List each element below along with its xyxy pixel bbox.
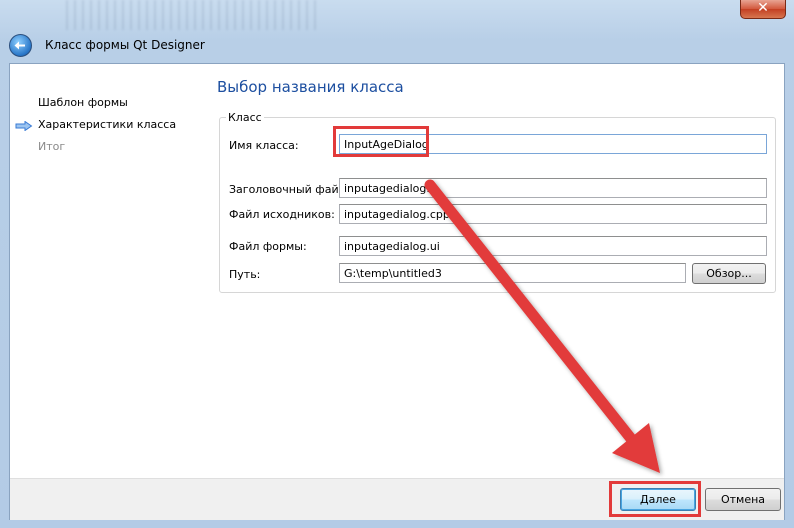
close-icon: ✕ <box>757 0 769 16</box>
close-button[interactable]: ✕ <box>740 0 786 19</box>
background-window-blur <box>60 0 320 30</box>
window-title: Класс формы Qt Designer <box>45 38 205 52</box>
back-arrow-icon <box>14 41 25 50</box>
form-file-label: Файл формы: <box>229 240 307 253</box>
path-input[interactable] <box>339 263 686 283</box>
class-name-input[interactable] <box>339 134 767 154</box>
next-button[interactable]: Далее <box>620 488 696 511</box>
header-file-input[interactable] <box>339 178 767 198</box>
form-file-input[interactable] <box>339 236 767 256</box>
step-arrow-icon <box>15 121 33 131</box>
source-file-input[interactable] <box>339 204 767 224</box>
source-file-label: Файл исходников: <box>229 208 335 221</box>
class-name-label: Имя класса: <box>229 139 299 152</box>
sidebar-item-form-template: Шаблон формы <box>38 96 128 109</box>
groupbox-title: Класс <box>226 111 264 124</box>
cancel-button[interactable]: Отмена <box>705 488 781 511</box>
back-button[interactable] <box>9 34 32 57</box>
path-label: Путь: <box>229 268 261 281</box>
page-heading: Выбор названия класса <box>217 78 404 96</box>
sidebar-item-summary: Итог <box>38 140 66 153</box>
sidebar-item-class-properties: Характеристики класса <box>38 118 177 131</box>
header-file-label: Заголовочный файл: <box>229 183 350 196</box>
browse-button[interactable]: Обзор... <box>692 263 766 284</box>
